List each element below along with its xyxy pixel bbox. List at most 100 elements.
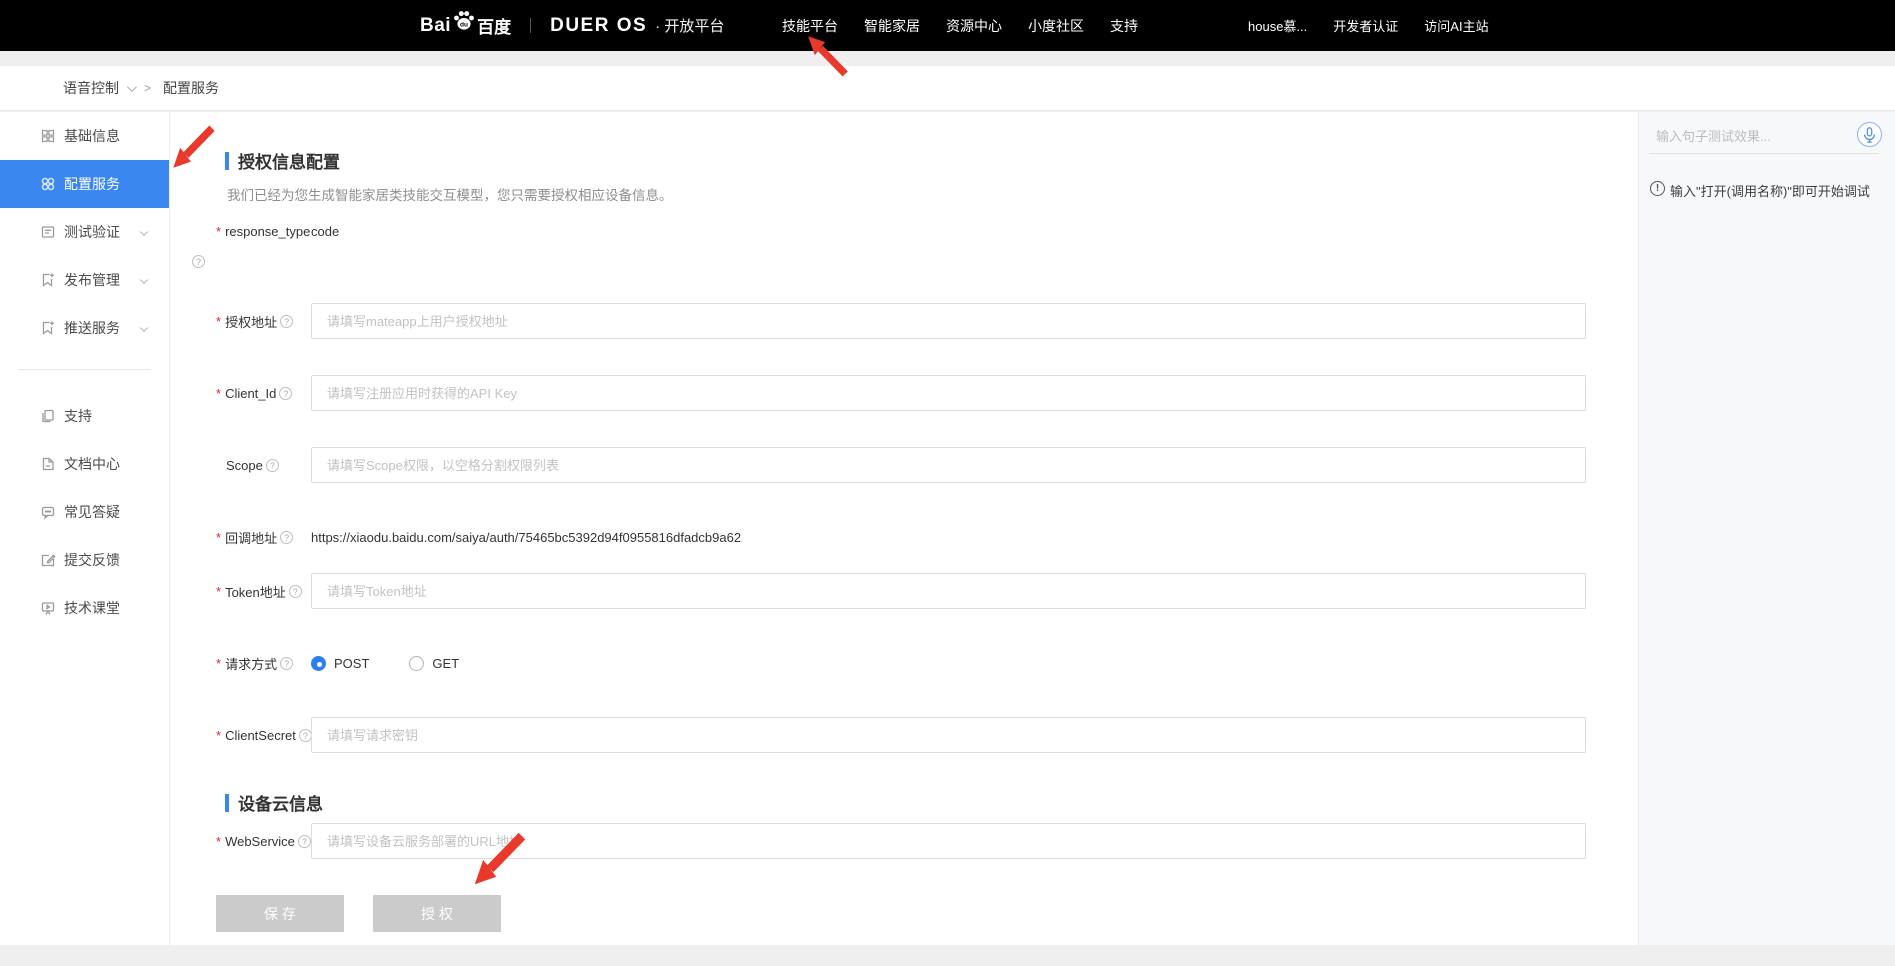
nav-support[interactable]: 支持 <box>1110 16 1138 36</box>
sidebar-item-label: 技术课堂 <box>64 598 120 618</box>
presentation-icon <box>40 600 57 617</box>
help-icon[interactable]: ? <box>280 531 293 544</box>
doc-icon <box>40 224 57 241</box>
clover-icon <box>40 176 57 193</box>
radio-post-label: POST <box>334 656 369 671</box>
radio-get[interactable] <box>409 656 424 671</box>
username[interactable]: house慕... <box>1248 16 1307 35</box>
save-button[interactable]: 保 存 <box>216 895 344 932</box>
nav-smart-home[interactable]: 智能家居 <box>864 16 920 36</box>
nav-skill-platform[interactable]: 技能平台 <box>782 16 838 36</box>
chat-dots-icon <box>40 504 57 521</box>
chevron-down-icon <box>140 228 148 236</box>
help-icon[interactable]: ? <box>298 835 311 848</box>
field-label-auth-url: * 授权地址 ? <box>216 312 311 331</box>
sidebar-link-doc-center[interactable]: 文档中心 <box>0 440 169 488</box>
breadcrumb-bar: 语音控制 > 配置服务 <box>0 66 1895 111</box>
test-sentence-input[interactable] <box>1656 122 1848 150</box>
logo-platform-suffix: · 开放平台 <box>655 15 724 36</box>
help-icon[interactable]: ? <box>289 585 302 598</box>
breadcrumb-current: 配置服务 <box>163 78 219 98</box>
sidebar-link-tech-class[interactable]: 技术课堂 <box>0 584 169 632</box>
breadcrumb-separator: > <box>144 81 151 95</box>
nav-resource-center[interactable]: 资源中心 <box>946 16 1002 36</box>
test-hint-text: 输入"打开(调用名称)"即可开始调试 <box>1670 181 1888 200</box>
chevron-down-icon <box>140 276 148 284</box>
sidebar-link-faq[interactable]: 常见答疑 <box>0 488 169 536</box>
logo-baidu-text: 百度 <box>477 13 511 38</box>
section-accent-bar <box>225 152 229 170</box>
bookmark-plus-icon <box>40 320 57 337</box>
form-row-client-secret: * ClientSecret ? <box>216 717 1586 753</box>
mic-button[interactable] <box>1857 122 1882 147</box>
radio-post[interactable] <box>311 656 326 671</box>
copy-icon <box>40 408 57 425</box>
microphone-icon <box>1863 127 1876 143</box>
sidebar-item-test-verify[interactable]: 测试验证 <box>0 208 169 256</box>
top-header: Bai du 百度 ｜ DUER OS · 开放平台 技能平台 智能家居 资源中… <box>0 0 1895 51</box>
required-asterisk: * <box>216 224 221 239</box>
form-row-callback-url: * 回调地址 ? https://xiaodu.baidu.com/saiya/… <box>216 519 1586 555</box>
baidu-paw-icon: du <box>452 9 476 36</box>
help-icon[interactable]: ? <box>279 387 292 400</box>
field-label-token-url: * Token地址 ? <box>216 582 311 601</box>
field-label-request-method: * 请求方式 ? <box>216 654 311 673</box>
token-url-input[interactable] <box>311 573 1586 609</box>
chevron-down-icon[interactable] <box>127 82 137 92</box>
required-asterisk: * <box>216 584 221 599</box>
sidebar-item-label: 提交反馈 <box>64 550 120 570</box>
sidebar-item-publish-manage[interactable]: 发布管理 <box>0 256 169 304</box>
chevron-down-icon <box>140 324 148 332</box>
sidebar-item-label: 发布管理 <box>64 270 120 290</box>
panel-divider <box>1649 153 1879 154</box>
required-asterisk: * <box>216 834 221 849</box>
section-title-device-cloud: 设备云信息 <box>225 790 323 815</box>
client-secret-input[interactable] <box>311 717 1586 753</box>
help-icon[interactable]: ? <box>299 729 312 742</box>
field-label-client-secret: * ClientSecret ? <box>216 728 311 743</box>
web-service-input[interactable] <box>311 823 1586 859</box>
sidebar-item-config-service[interactable]: 配置服务 <box>0 160 169 208</box>
required-asterisk: * <box>216 530 221 545</box>
required-asterisk: * <box>216 314 221 329</box>
sidebar-item-label: 支持 <box>64 406 92 426</box>
field-label-response-type: * response_type <box>216 224 311 239</box>
sidebar-item-push-service[interactable]: 推送服务 <box>0 304 169 352</box>
help-icon[interactable]: ? <box>280 657 293 670</box>
main-content: 授权信息配置 我们已经为您生成智能家居类技能交互模型，您只需要授权相应设备信息。… <box>169 112 1638 945</box>
test-panel: ! 输入"打开(调用名称)"即可开始调试 <box>1638 112 1895 945</box>
form-row-scope: Scope ? <box>216 447 1586 483</box>
form-row-response-type: * response_type code <box>216 223 1586 239</box>
section-title-auth-config: 授权信息配置 <box>225 148 340 173</box>
visit-ai-site-link[interactable]: 访问AI主站 <box>1424 16 1488 35</box>
sidebar-item-label: 测试验证 <box>64 222 120 242</box>
logo-dueros-text: DUER OS <box>550 15 647 37</box>
nav-xiaodu-community[interactable]: 小度社区 <box>1028 16 1084 36</box>
authorize-button[interactable]: 授 权 <box>373 895 501 932</box>
section-accent-bar <box>225 794 229 812</box>
auth-url-input[interactable] <box>311 303 1586 339</box>
callback-url-value: https://xiaodu.baidu.com/saiya/auth/7546… <box>311 530 741 545</box>
help-icon[interactable]: ? <box>266 459 279 472</box>
sidebar-divider <box>18 369 151 370</box>
sidebar-item-label: 推送服务 <box>64 318 120 338</box>
response-type-value: code <box>311 224 339 239</box>
sidebar-item-basic-info[interactable]: 基础信息 <box>0 112 169 160</box>
breadcrumb-parent[interactable]: 语音控制 <box>63 78 119 98</box>
developer-cert-link[interactable]: 开发者认证 <box>1333 16 1398 35</box>
help-icon[interactable]: ? <box>192 255 205 268</box>
logo-bai-text: Bai <box>420 15 451 37</box>
field-label-scope: Scope ? <box>216 458 311 473</box>
sidebar-link-feedback[interactable]: 提交反馈 <box>0 536 169 584</box>
field-label-web-service: * WebService ? <box>216 834 311 849</box>
help-icon[interactable]: ? <box>280 315 293 328</box>
client-id-input[interactable] <box>311 375 1586 411</box>
sidebar-link-support[interactable]: 支持 <box>0 392 169 440</box>
grid-icon <box>40 128 57 145</box>
scope-input[interactable] <box>311 447 1586 483</box>
sidebar-item-label: 基础信息 <box>64 126 120 146</box>
required-asterisk: * <box>216 728 221 743</box>
baidu-dueros-logo[interactable]: Bai du 百度 ｜ DUER OS · 开放平台 <box>420 0 724 51</box>
svg-text:du: du <box>460 21 468 28</box>
sidebar-item-label: 常见答疑 <box>64 502 120 522</box>
